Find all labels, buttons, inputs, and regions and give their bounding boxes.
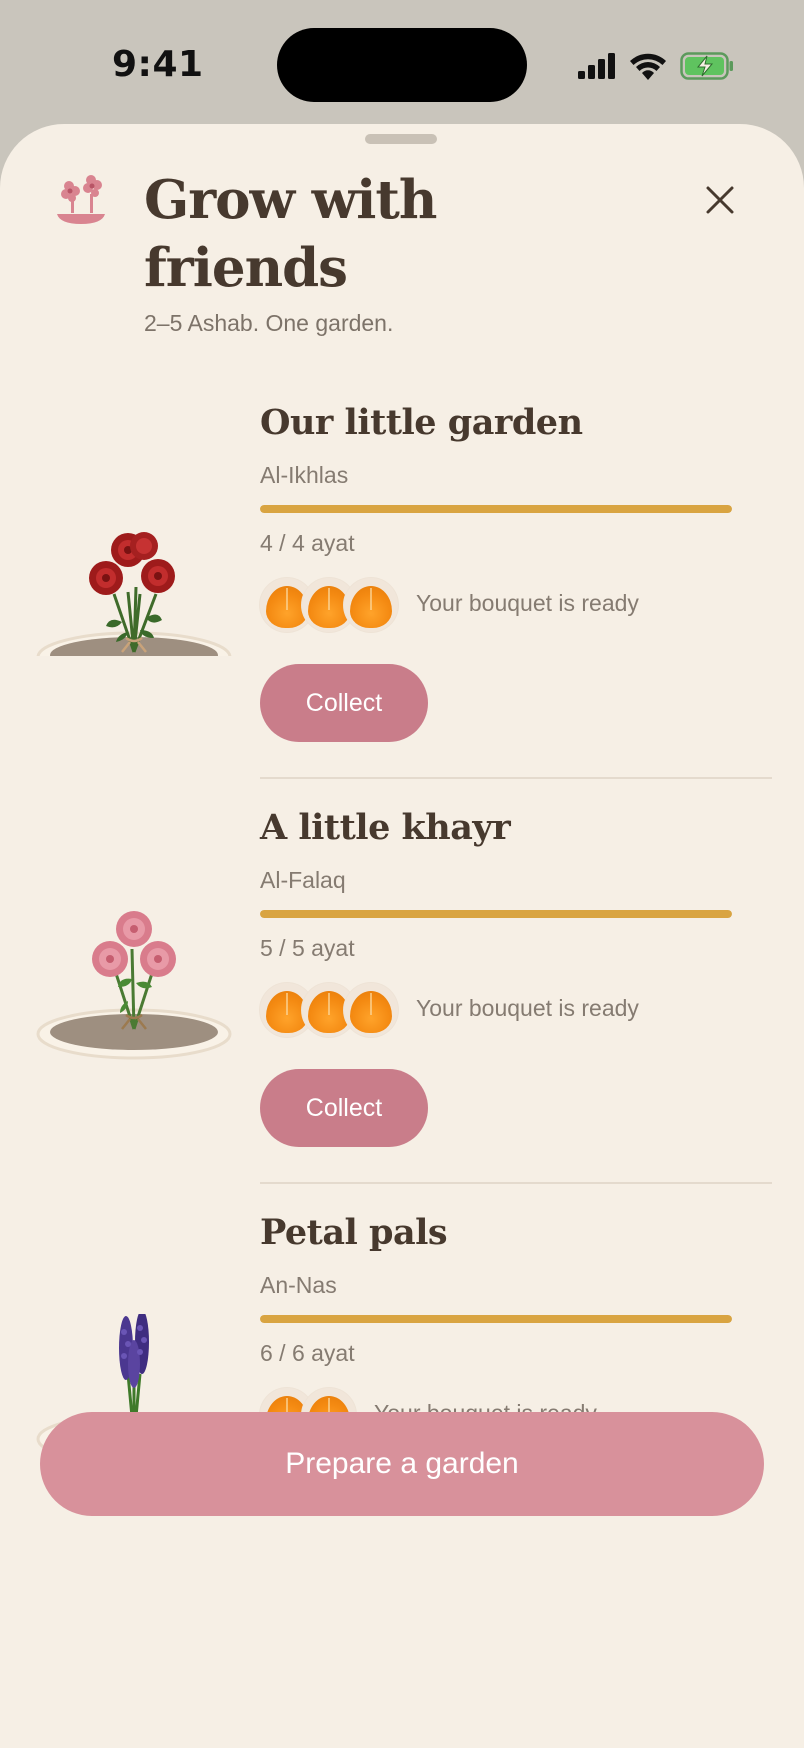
collect-button[interactable]: Collect — [260, 664, 428, 742]
orange-blob-icon — [350, 991, 392, 1033]
member-avatars — [260, 578, 398, 634]
status-time: 9:41 — [112, 44, 204, 85]
garden-row[interactable]: A little khayr Al-Falaq 5 / 5 ayat Your … — [0, 779, 804, 1184]
garden-name: Our little garden — [260, 402, 583, 443]
flower-pot-icon — [57, 175, 105, 224]
member-avatar — [344, 983, 398, 1037]
progress-text: 5 / 5 ayat — [260, 935, 355, 961]
close-icon[interactable] — [700, 180, 740, 220]
member-avatar — [344, 578, 398, 632]
progress-fill — [260, 1315, 732, 1323]
garden-bed-image — [36, 532, 232, 656]
garden-status: Your bouquet is ready — [416, 995, 639, 1021]
progress-fill — [260, 505, 732, 513]
garden-name: Petal pals — [260, 1212, 448, 1253]
progress-text: 4 / 4 ayat — [260, 530, 355, 556]
status-icons — [578, 48, 734, 84]
garden-row[interactable]: Our little garden Al-Ikhlas 4 / 4 ayat Y… — [0, 374, 804, 779]
progress-bar — [260, 1315, 732, 1323]
garden-surah: Al-Falaq — [260, 867, 346, 893]
wifi-icon — [630, 53, 666, 80]
garden-surah: An-Nas — [260, 1272, 337, 1298]
prepare-garden-button[interactable]: Prepare a garden — [40, 1412, 764, 1516]
garden-surah: Al-Ikhlas — [260, 462, 349, 488]
collect-button[interactable]: Collect — [260, 1069, 428, 1147]
battery-charging-icon — [680, 52, 733, 80]
progress-text: 6 / 6 ayat — [260, 1340, 355, 1366]
sheet-grabber[interactable] — [365, 134, 437, 144]
status-bar: 9:41 — [0, 0, 804, 124]
progress-bar — [260, 505, 732, 513]
progress-fill — [260, 910, 732, 918]
dynamic-island — [277, 28, 527, 102]
page-subtitle: 2–5 Ashab. One garden. — [144, 310, 394, 336]
orange-blob-icon — [350, 586, 392, 628]
sheet: Grow with friends 2–5 Ashab. One garden. — [0, 124, 804, 1748]
garden-bed-image — [36, 911, 232, 1060]
member-avatars — [260, 983, 398, 1039]
garden-list[interactable]: Our little garden Al-Ikhlas 4 / 4 ayat Y… — [0, 374, 804, 1496]
signal-icon — [578, 53, 615, 79]
garden-name: A little khayr — [260, 807, 511, 848]
page-title: Grow with friends — [144, 169, 437, 299]
progress-bar — [260, 910, 732, 918]
garden-status: Your bouquet is ready — [416, 590, 639, 616]
